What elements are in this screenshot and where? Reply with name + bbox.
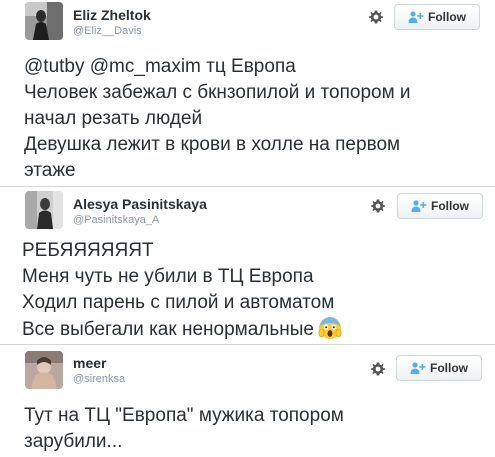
follow-label: Follow <box>430 361 468 375</box>
follow-label: Follow <box>431 199 469 213</box>
follow-person-icon <box>410 362 426 374</box>
tweet-line: Человек забежал с бкнзопилой и топором и <box>24 82 411 103</box>
display-name[interactable]: Eliz Zheltok <box>73 7 151 23</box>
tweet-line: зарубили... <box>24 431 123 452</box>
tweet-line: начал резать людей <box>24 108 203 129</box>
follow-button[interactable]: Follow <box>394 4 480 30</box>
tweet-1: Eliz Zheltok @Eliz__Davis Follow @tutby … <box>0 0 495 186</box>
follow-button[interactable]: Follow <box>396 355 482 381</box>
tweet-line: этаже <box>24 160 76 181</box>
tweet-line: Девушка лежит в крови в холле на первом <box>24 134 401 155</box>
display-name[interactable]: meer <box>73 355 106 371</box>
tweet-3: meer @sirenksa Follow Тут на ТЦ "Европа"… <box>0 345 495 457</box>
follow-label: Follow <box>428 10 466 24</box>
avatar[interactable] <box>25 191 63 229</box>
follow-button[interactable]: Follow <box>397 193 483 219</box>
tweet-line: РЕБЯЯЯЯЯЯТ <box>22 240 154 261</box>
follow-person-icon <box>408 11 424 23</box>
gear-icon[interactable] <box>370 198 386 214</box>
user-handle[interactable]: @Pasinitskaya_A <box>73 214 159 226</box>
tweet-line: Ходил парень с пилой и автоматом <box>22 292 335 313</box>
avatar[interactable] <box>25 2 63 40</box>
tweet-text: РЕБЯЯЯЯЯЯТ Меня чуть не убили в ТЦ Европ… <box>22 238 342 342</box>
user-handle[interactable]: @Eliz__Davis <box>73 25 142 37</box>
tweet-2: Alesya Pasinitskaya @Pasinitskaya_A Foll… <box>0 187 495 344</box>
gear-icon[interactable] <box>368 9 384 25</box>
follow-person-icon <box>411 200 427 212</box>
display-name[interactable]: Alesya Pasinitskaya <box>73 196 207 212</box>
tweet-line: @tutby @mc_maxim тц Европа <box>24 56 296 77</box>
tweet-line: Меня чуть не убили в ТЦ Европа <box>22 266 314 287</box>
tweet-text: Тут на ТЦ "Европа" мужика топором заруби… <box>24 403 344 455</box>
gear-icon[interactable] <box>370 361 386 377</box>
tweet-line: Все выбегали как ненормальные <box>22 319 314 340</box>
scream-face-icon <box>318 317 342 339</box>
tweet-line: Тут на ТЦ "Европа" мужика топором <box>24 405 344 426</box>
avatar[interactable] <box>25 351 63 389</box>
tweet-line-with-emoji: Все выбегали как ненормальные <box>22 316 342 342</box>
user-handle[interactable]: @sirenksa <box>73 373 125 385</box>
tweet-text: @tutby @mc_maxim тц Европа Человек забеж… <box>24 54 411 184</box>
